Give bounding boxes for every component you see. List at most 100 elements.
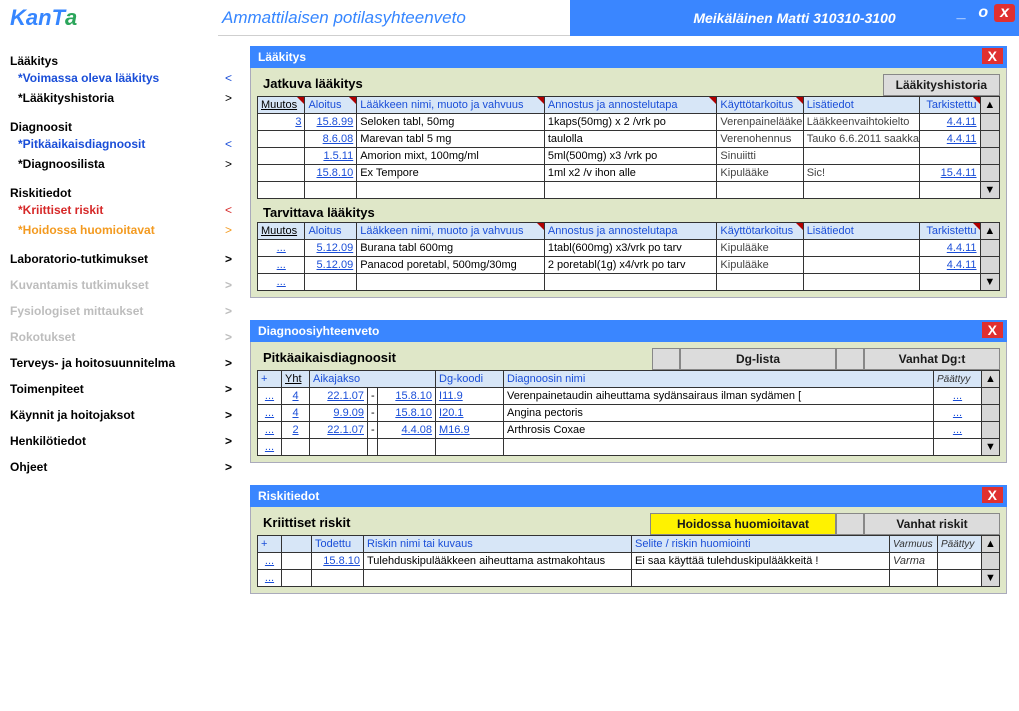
dg-panel-close-button[interactable]: X: [982, 322, 1003, 338]
link[interactable]: 1.5.11: [323, 150, 353, 162]
link[interactable]: 4.4.11: [947, 242, 977, 254]
sidebar-heading[interactable]: Diagnoosit: [10, 120, 242, 134]
link[interactable]: ...: [265, 407, 274, 419]
sidebar-item[interactable]: *Diagnoosilista>: [10, 154, 242, 174]
meds-history-tab[interactable]: Lääkityshistoria: [883, 74, 1000, 96]
scroll-up-button[interactable]: ▲: [980, 97, 999, 114]
link[interactable]: ...: [953, 424, 962, 436]
col-muutos[interactable]: Muutos: [258, 223, 305, 240]
sidebar-heading[interactable]: Riskitiedot: [10, 186, 242, 200]
link[interactable]: 5.12.09: [317, 242, 354, 254]
col-tarkistettu[interactable]: Tarkistettu: [920, 223, 980, 240]
col-muutos[interactable]: Muutos: [258, 97, 305, 114]
table-row[interactable]: ...49.9.09-15.8.10I20.1Angina pectoris..…: [258, 405, 1000, 422]
col-selite[interactable]: Selite / riskin huomiointi: [632, 536, 890, 553]
sidebar-heading[interactable]: Laboratorio-tutkimukset>: [10, 252, 242, 266]
col-plus[interactable]: +: [258, 371, 282, 388]
col-tark[interactable]: Käyttötarkoitus: [717, 223, 803, 240]
link[interactable]: 4.4.11: [947, 259, 977, 271]
col-yht[interactable]: Yht: [282, 371, 310, 388]
link[interactable]: 3: [295, 116, 301, 128]
link[interactable]: 4.4.08: [401, 424, 432, 436]
table-row[interactable]: ...5.12.09Panacod poretabl, 500mg/30mg2 …: [258, 257, 1000, 274]
meds-panel-close-button[interactable]: X: [982, 48, 1003, 64]
table-row[interactable]: 8.6.08Marevan tabl 5 mgtaulollaVerenohen…: [258, 131, 1000, 148]
sidebar-heading[interactable]: Fysiologiset mittaukset>: [10, 304, 242, 318]
dg-list-tab[interactable]: Dg-lista: [680, 348, 836, 370]
table-row[interactable]: ...5.12.09Burana tabl 600mg1tabl(600mg) …: [258, 240, 1000, 257]
link[interactable]: I11.9: [439, 390, 463, 402]
scroll-up-button[interactable]: ▲: [980, 223, 999, 240]
col-tark[interactable]: Käyttötarkoitus: [717, 97, 803, 114]
link[interactable]: ...: [265, 424, 274, 436]
sidebar-heading[interactable]: Rokotukset>: [10, 330, 242, 344]
link[interactable]: ...: [277, 276, 286, 288]
col-lisa[interactable]: Lisätiedot: [803, 223, 919, 240]
risk-old-tab[interactable]: Vanhat riskit: [864, 513, 1000, 535]
col-nimi[interactable]: Diagnoosin nimi: [504, 371, 934, 388]
sidebar-item[interactable]: *Hoidossa huomioitavat>: [10, 220, 242, 240]
link[interactable]: 4.4.11: [947, 133, 977, 145]
sidebar-item[interactable]: *Lääkityshistoria>: [10, 88, 242, 108]
scroll-down-button[interactable]: ▼: [982, 570, 1000, 587]
scroll-up-button[interactable]: ▲: [982, 371, 1000, 388]
dg-old-tab[interactable]: Vanhat Dg:t: [864, 348, 1000, 370]
col-aloitus[interactable]: Aloitus: [305, 97, 357, 114]
link[interactable]: ...: [265, 572, 274, 584]
sidebar-heading[interactable]: Toimenpiteet>: [10, 382, 242, 396]
maximize-button[interactable]: o: [972, 4, 994, 22]
table-row[interactable]: 15.8.10Ex Tempore1ml x2 /v ihon alleKipu…: [258, 165, 1000, 182]
col-annos[interactable]: Annostus ja annostelutapa: [544, 97, 717, 114]
link[interactable]: I20.1: [439, 407, 463, 419]
link[interactable]: ...: [265, 441, 274, 453]
col-tarkistettu[interactable]: Tarkistettu: [920, 97, 980, 114]
link[interactable]: 15.8.10: [395, 390, 432, 402]
scroll-down-button[interactable]: ▼: [980, 274, 999, 291]
table-row[interactable]: ... ▼: [258, 439, 1000, 456]
sidebar-heading[interactable]: Ohjeet>: [10, 460, 242, 474]
scroll-up-button[interactable]: ▲: [982, 536, 1000, 553]
table-row[interactable]: ... ▼: [258, 274, 1000, 291]
col-varmuus[interactable]: Varmuus: [890, 536, 938, 553]
sidebar-heading[interactable]: Terveys- ja hoitosuunnitelma>: [10, 356, 242, 370]
link[interactable]: ...: [953, 407, 962, 419]
link[interactable]: 5.12.09: [317, 259, 354, 271]
link[interactable]: 8.6.08: [323, 133, 354, 145]
table-row[interactable]: ...15.8.10Tulehduskipulääkkeen aiheuttam…: [258, 553, 1000, 570]
link[interactable]: 15.8.99: [317, 116, 354, 128]
col-nimi[interactable]: Riskin nimi tai kuvaus: [364, 536, 632, 553]
link[interactable]: 2: [292, 424, 298, 436]
col-end[interactable]: Päättyy: [938, 536, 982, 553]
link[interactable]: 15.4.11: [941, 167, 977, 179]
link[interactable]: ...: [265, 555, 274, 567]
col-plus[interactable]: +: [258, 536, 282, 553]
sidebar-item[interactable]: *Kriittiset riskit<: [10, 200, 242, 220]
link[interactable]: ...: [953, 390, 962, 402]
scroll-down-button[interactable]: ▼: [982, 439, 1000, 456]
col-end[interactable]: Päättyy: [934, 371, 982, 388]
col-nimi[interactable]: Lääkkeen nimi, muoto ja vahvuus: [357, 223, 545, 240]
window-close-button[interactable]: x: [994, 4, 1015, 22]
scroll-down-button[interactable]: ▼: [980, 182, 999, 199]
link[interactable]: 15.8.10: [323, 555, 360, 567]
sidebar-heading[interactable]: Käynnit ja hoitojaksot>: [10, 408, 242, 422]
risk-panel-close-button[interactable]: X: [982, 487, 1003, 503]
link[interactable]: 4.4.11: [947, 116, 977, 128]
link[interactable]: 22.1.07: [327, 424, 364, 436]
link[interactable]: 15.8.10: [317, 167, 354, 179]
sidebar-item[interactable]: *Pitkäaikaisdiagnoosit<: [10, 134, 242, 154]
link[interactable]: 22.1.07: [327, 390, 364, 402]
link[interactable]: M16.9: [439, 424, 470, 436]
col-koodi[interactable]: Dg-koodi: [436, 371, 504, 388]
sidebar-heading[interactable]: Henkilötiedot>: [10, 434, 242, 448]
col-aika[interactable]: Aikajakso: [310, 371, 436, 388]
table-row[interactable]: 1.5.11Amorion mixt, 100mg/ml5ml(500mg) x…: [258, 148, 1000, 165]
link[interactable]: ...: [265, 390, 274, 402]
col-annos[interactable]: Annostus ja annostelutapa: [544, 223, 717, 240]
col-aloitus[interactable]: Aloitus: [305, 223, 357, 240]
col-todettu[interactable]: Todettu: [312, 536, 364, 553]
col-lisa[interactable]: Lisätiedot: [803, 97, 919, 114]
link[interactable]: ...: [277, 242, 286, 254]
link[interactable]: 15.8.10: [395, 407, 432, 419]
sidebar-heading[interactable]: Lääkitys: [10, 54, 242, 68]
